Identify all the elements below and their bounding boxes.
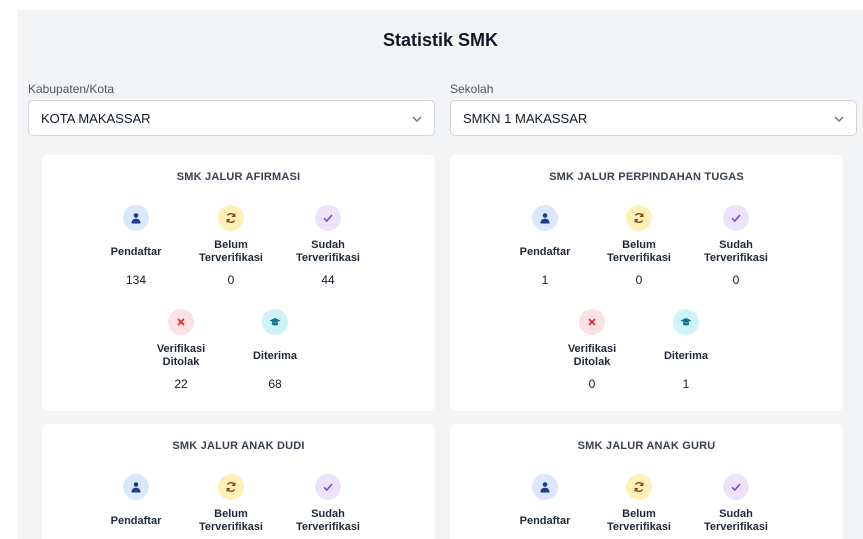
check-icon [723,474,749,500]
stat-label: Verifikasi Ditolak [567,343,617,368]
stat-belum-terverifikasi: Belum Terverifikasi 0 [181,205,281,287]
stat-sudah-terverifikasi: Sudah Terverifikasi 0 [686,205,786,287]
stat-pendaftar: Pendaftar 134 [86,205,186,287]
close-icon [579,309,605,335]
card-title: SMK JALUR ANAK GURU [577,440,716,452]
stat-belum-terverifikasi: Belum Terverifikasi [589,474,689,538]
stat-label: Pendaftar [110,514,162,527]
stat-label: Sudah Terverifikasi [703,508,768,533]
kabupaten-select[interactable]: KOTA MAKASSAR [28,100,435,136]
user-icon [532,474,558,500]
chevron-down-icon [412,111,422,125]
stat-value: 68 [268,377,282,391]
stat-belum-terverifikasi: Belum Terverifikasi 0 [589,205,689,287]
stat-value: 0 [635,273,643,287]
card-title: SMK JALUR PERPINDAHAN TUGAS [549,171,744,183]
stat-value: 0 [227,273,235,287]
kabupaten-label: Kabupaten/Kota [28,82,115,96]
stat-pendaftar: Pendaftar [86,474,186,538]
close-icon [168,309,194,335]
check-icon [315,205,341,231]
kabupaten-value: KOTA MAKASSAR [41,110,151,126]
card-afirmasi: SMK JALUR AFIRMASI Pendaftar 134 Belum Te… [42,155,435,411]
stat-verifikasi-ditolak: Verifikasi Ditolak 0 [542,309,642,391]
user-icon [123,474,149,500]
user-icon [532,205,558,231]
stat-label: Belum Terverifikasi [198,239,263,264]
statistik-page: Statistik SMK Kabupaten/Kota KOTA MAKASS… [18,10,863,539]
stat-label: Diterima [252,349,298,362]
stat-value: 0 [588,377,596,391]
stat-label: Pendaftar [519,245,571,258]
graduation-cap-icon [262,309,288,335]
stat-value: 44 [321,273,335,287]
refresh-icon [218,474,244,500]
stat-label: Pendaftar [519,514,571,527]
stat-label: Pendaftar [110,245,162,258]
stat-value: 1 [682,377,690,391]
stat-pendaftar: Pendaftar [495,474,595,538]
user-icon [123,205,149,231]
sekolah-value: SMKN 1 MAKASSAR [463,110,588,126]
stat-sudah-terverifikasi: Sudah Terverifikasi [686,474,786,538]
stat-label: Verifikasi Ditolak [156,343,206,368]
chevron-down-icon [834,111,844,125]
refresh-icon [218,205,244,231]
sekolah-select[interactable]: SMKN 1 MAKASSAR [450,100,857,136]
stat-label: Belum Terverifikasi [606,508,671,533]
stat-value: 1 [541,273,549,287]
stat-label: Diterima [663,349,709,362]
card-title: SMK JALUR AFIRMASI [176,171,301,183]
stat-pendaftar: Pendaftar 1 [495,205,595,287]
stat-label: Sudah Terverifikasi [295,508,360,533]
stat-label: Belum Terverifikasi [198,508,263,533]
stat-sudah-terverifikasi: Sudah Terverifikasi 44 [278,205,378,287]
stat-diterima: Diterima 68 [225,309,325,391]
stat-value: 22 [174,377,188,391]
card-title: SMK JALUR ANAK DUDI [172,440,305,452]
refresh-icon [626,474,652,500]
refresh-icon [626,205,652,231]
stat-belum-terverifikasi: Belum Terverifikasi [181,474,281,538]
graduation-cap-icon [673,309,699,335]
card-perpindahan-tugas: SMK JALUR PERPINDAHAN TUGAS Pendaftar 1 … [450,155,843,411]
sekolah-label: Sekolah [450,82,494,96]
check-icon [723,205,749,231]
page-title: Statistik SMK [382,30,499,50]
stat-verifikasi-ditolak: Verifikasi Ditolak 22 [131,309,231,391]
stat-label: Sudah Terverifikasi [703,239,768,264]
stat-sudah-terverifikasi: Sudah Terverifikasi [278,474,378,538]
stat-value: 134 [125,273,147,287]
stat-value: 0 [732,273,740,287]
card-anak-dudi: SMK JALUR ANAK DUDI Pendaftar Belum Terve… [42,424,435,539]
card-anak-guru: SMK JALUR ANAK GURU Pendaftar Belum Terve… [450,424,843,539]
stat-label: Sudah Terverifikasi [295,239,360,264]
stat-label: Belum Terverifikasi [606,239,671,264]
stat-diterima: Diterima 1 [636,309,736,391]
check-icon [315,474,341,500]
